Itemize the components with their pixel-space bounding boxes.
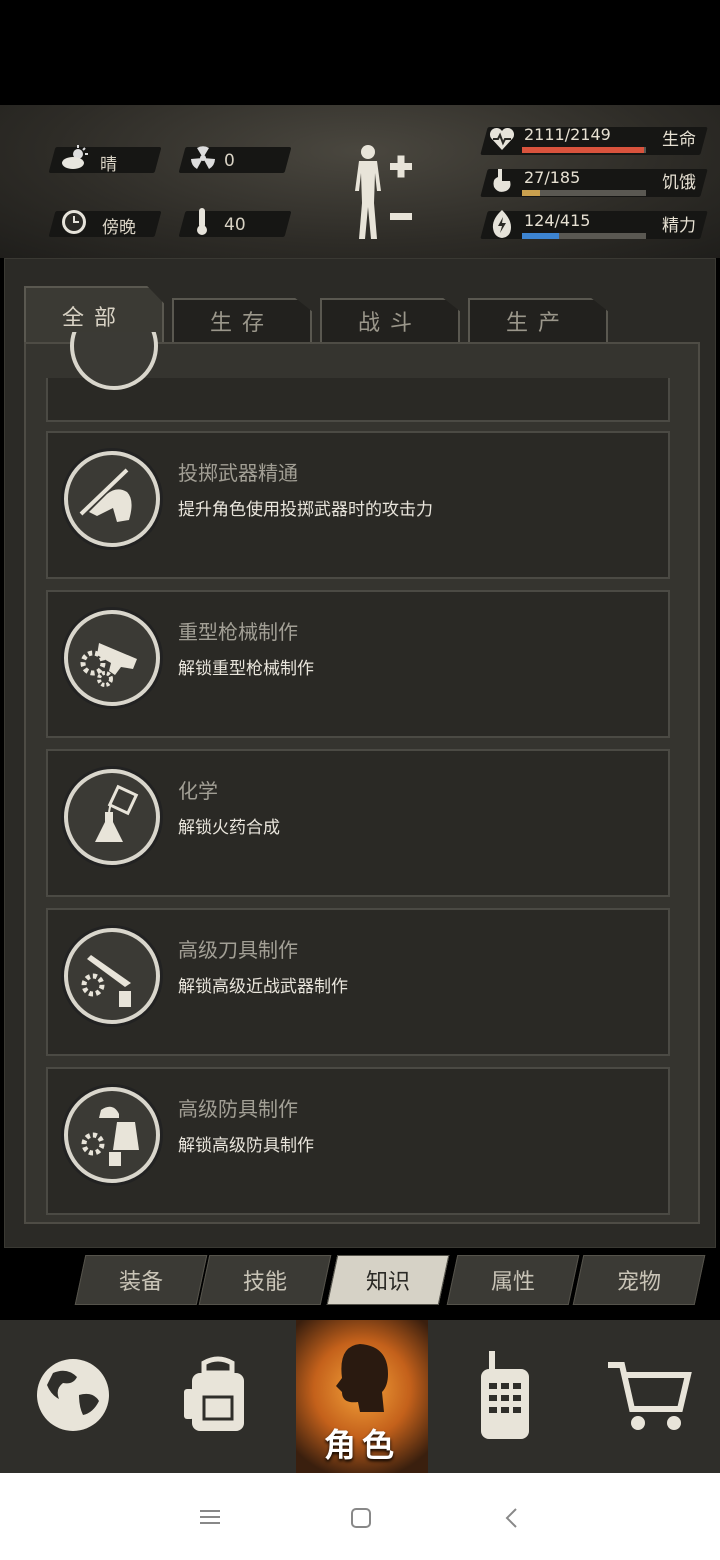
subtab-equipment[interactable]: 装备: [74, 1255, 208, 1305]
list-item[interactable]: 投掷武器精通 提升角色使用投掷武器时的攻击力: [46, 431, 670, 579]
subtab-equipment-label: 装备: [118, 1270, 163, 1295]
tab-combat[interactable]: 战斗: [320, 298, 460, 342]
hunger-bar-fill: [522, 190, 541, 196]
throwing-spear-icon: [64, 451, 160, 547]
item-title: 高级防具制作: [178, 1097, 298, 1121]
heart-icon: [488, 125, 516, 157]
subtab-skills[interactable]: 技能: [198, 1255, 332, 1305]
inventory-button[interactable]: [145, 1320, 290, 1473]
thermometer-icon: [194, 206, 210, 240]
system-navigation-bar: [0, 1473, 720, 1560]
item-description: 解锁重型枪械制作: [178, 659, 314, 679]
back-icon[interactable]: [502, 1506, 522, 1534]
partial-medal-icon: [70, 332, 158, 394]
health-value: 2111/2149: [524, 125, 611, 144]
temperature-value: 40: [224, 215, 246, 235]
role-button[interactable]: 角色: [296, 1320, 428, 1473]
hunger-label: 饥饿: [662, 173, 696, 193]
subtab-attributes[interactable]: 属性: [446, 1255, 580, 1305]
energy-icon: [490, 209, 514, 243]
hud-panel: 晴 0 傍晚 40 2111/2149 生命 27/185 饥饿 124/415…: [0, 105, 720, 258]
subtab-knowledge-label: 知识: [365, 1270, 410, 1295]
list-item[interactable]: 化学 解锁火药合成: [46, 749, 670, 897]
hunger-value: 27/185: [524, 168, 581, 187]
subtab-attributes-label: 属性: [490, 1270, 535, 1295]
health-label: 生命: [662, 130, 696, 150]
list-item[interactable]: 高级防具制作 解锁高级防具制作: [46, 1067, 670, 1215]
item-title: 高级刀具制作: [178, 938, 298, 962]
knife-crafting-icon: [64, 928, 160, 1024]
subtab-pets[interactable]: 宠物: [572, 1255, 706, 1305]
subtab-knowledge[interactable]: 知识: [326, 1255, 450, 1305]
backpack-icon: [178, 1353, 258, 1441]
chemistry-flask-icon: [64, 769, 160, 865]
weather-text: 晴: [100, 155, 117, 175]
energy-bar-fill: [522, 233, 560, 239]
head-icon: [330, 1342, 394, 1426]
heavy-gun-crafting-icon: [64, 610, 160, 706]
subtab-pets-label: 宠物: [616, 1270, 661, 1295]
item-title: 化学: [178, 779, 218, 803]
item-title: 投掷武器精通: [178, 461, 298, 485]
status-bar: [0, 0, 720, 105]
map-button[interactable]: [0, 1320, 145, 1473]
stomach-icon: [490, 167, 514, 199]
radio-button[interactable]: [432, 1320, 577, 1473]
body-status-button[interactable]: [345, 143, 425, 247]
armor-crafting-icon: [64, 1087, 160, 1183]
hunger-bar: [522, 190, 646, 196]
role-label: 角色: [323, 1426, 400, 1464]
tab-combat-label: 战斗: [357, 311, 422, 336]
home-icon[interactable]: [349, 1506, 373, 1534]
list-item[interactable]: 重型枪械制作 解锁重型枪械制作: [46, 590, 670, 738]
tab-production-label: 生产: [505, 311, 570, 336]
cart-icon: [604, 1355, 694, 1439]
radiation-icon: [190, 145, 216, 175]
energy-label: 精力: [662, 216, 696, 236]
energy-value: 124/415: [524, 211, 591, 230]
health-bar: [522, 147, 646, 153]
item-description: 解锁高级近战武器制作: [178, 977, 348, 997]
tab-survival-label: 生存: [209, 311, 274, 336]
tab-production[interactable]: 生产: [468, 298, 608, 342]
time-of-day: 傍晚: [102, 218, 136, 238]
health-bar-fill: [522, 147, 644, 153]
shop-button[interactable]: [577, 1320, 720, 1473]
cloud-sun-icon: [60, 145, 90, 175]
radiation-value: 0: [224, 151, 235, 171]
item-title: 重型枪械制作: [178, 620, 298, 644]
tab-all-label: 全部: [61, 306, 126, 331]
menu-icon[interactable]: [198, 1507, 222, 1531]
item-description: 提升角色使用投掷武器时的攻击力: [178, 500, 433, 520]
list-item-partial[interactable]: [46, 332, 670, 422]
list-item[interactable]: 高级刀具制作 解锁高级近战武器制作: [46, 908, 670, 1056]
globe-icon: [33, 1355, 113, 1439]
item-description: 解锁高级防具制作: [178, 1136, 314, 1156]
walkie-talkie-icon: [475, 1349, 535, 1445]
item-description: 解锁火药合成: [178, 818, 280, 838]
clock-icon: [60, 208, 88, 240]
tab-survival[interactable]: 生存: [172, 298, 312, 342]
subtab-skills-label: 技能: [242, 1270, 287, 1295]
energy-bar: [522, 233, 646, 239]
